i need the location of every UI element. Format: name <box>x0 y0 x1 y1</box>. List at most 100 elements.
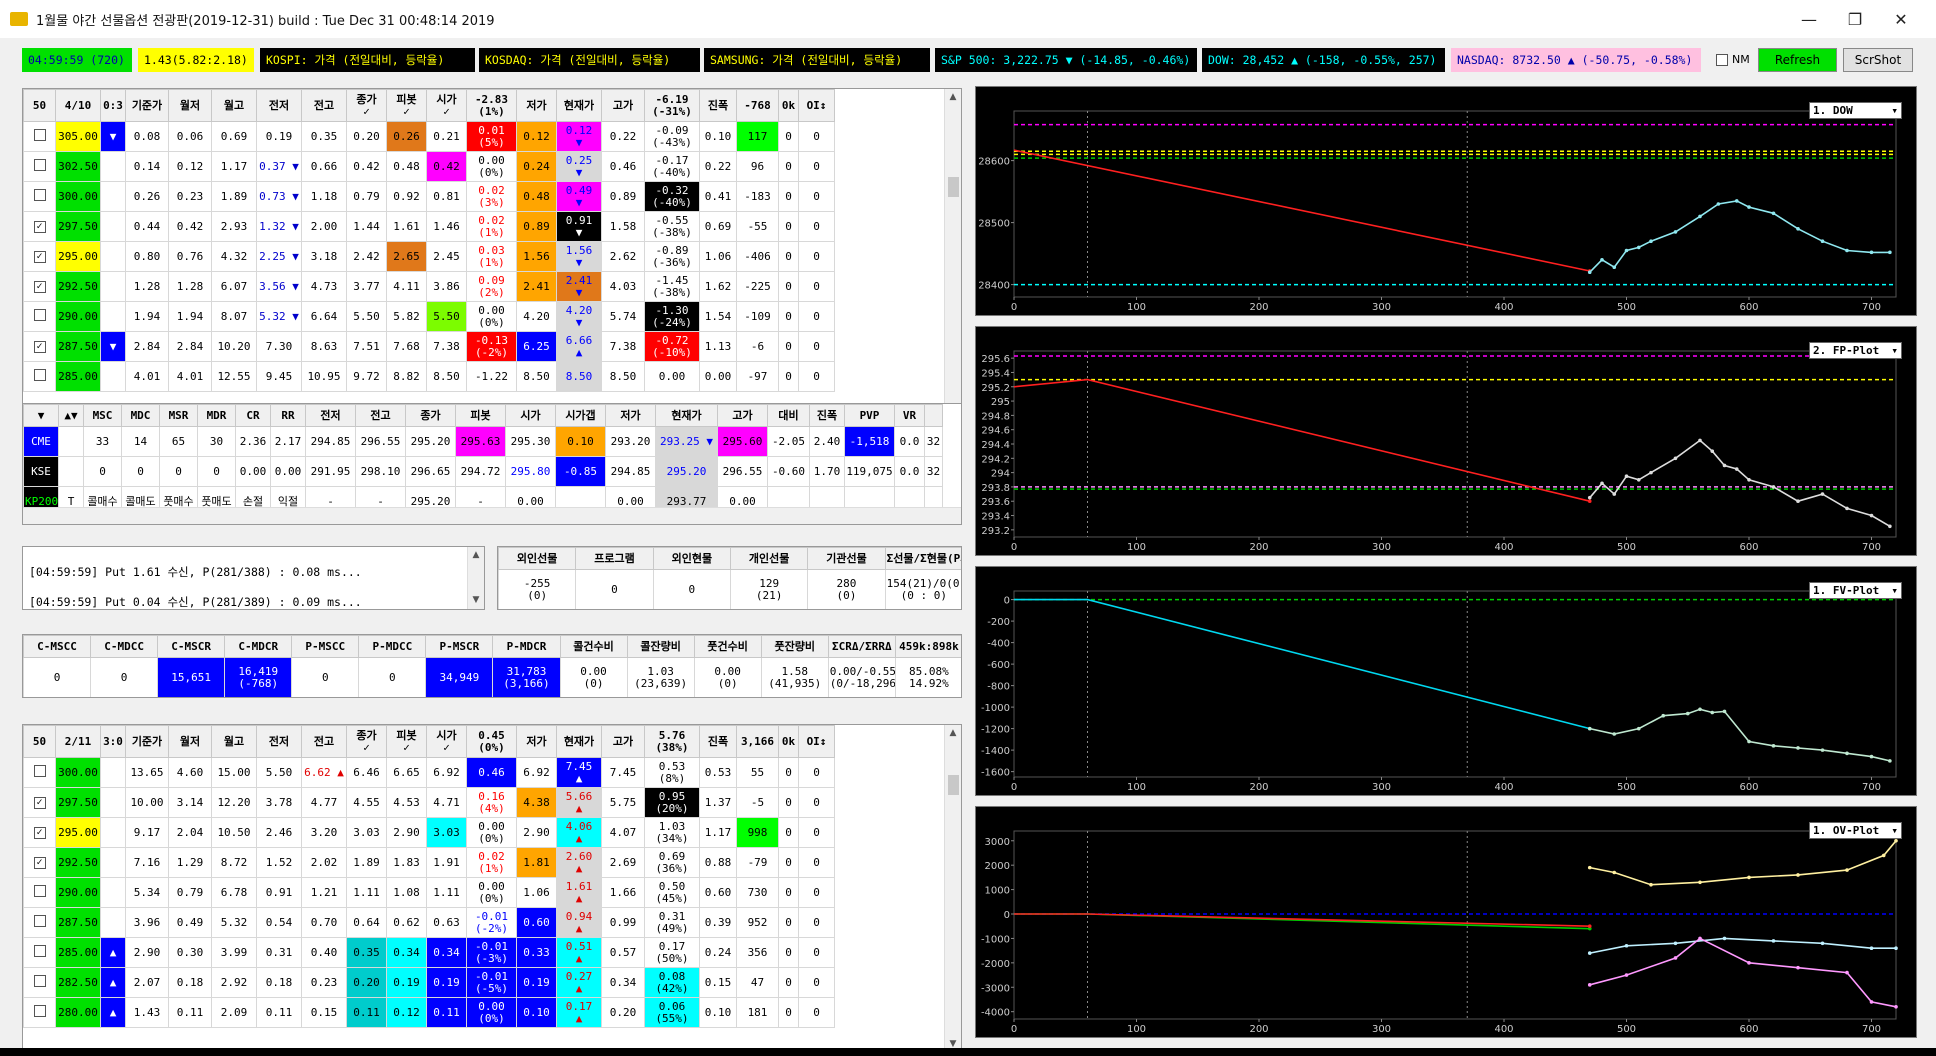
table-row[interactable]: CME 33 14 65 30 2.36 2.17 294.85 296.55 295.20 295… <box>23 426 943 457</box>
row-checkbox[interactable] <box>33 765 46 777</box>
fv-chart-selector[interactable]: 1. FV-Plot ▾ <box>1809 582 1902 599</box>
fp-chart-selector[interactable]: 2. FP-Plot ▾ <box>1809 342 1902 359</box>
maximize-button[interactable]: ❐ <box>1832 0 1878 38</box>
nm-checkbox[interactable]: NM <box>1716 53 1750 66</box>
table-cell: -1,518 <box>844 426 895 457</box>
row-checkbox[interactable] <box>33 975 46 987</box>
row-checkbox[interactable]: ✓ <box>33 827 46 839</box>
table-row[interactable]: 290.00 1.94 1.94 8.07 5.32 ▼ 6.64 5.50 5.82 5.50… <box>23 301 835 332</box>
table-row[interactable]: KSE 0 0 0 0 0.00 0.00 291.95 298.10 296.65 294.72 2… <box>23 456 943 487</box>
column-header: 현재가 <box>556 725 602 758</box>
row-checkbox-cell[interactable]: ✓ <box>23 271 56 302</box>
table-cell: 0.37 ▼ <box>256 151 302 182</box>
minimize-button[interactable]: — <box>1786 0 1832 38</box>
row-checkbox[interactable] <box>33 885 46 897</box>
table-cell: -183 <box>736 181 779 212</box>
row-checkbox[interactable] <box>33 309 46 321</box>
row-checkbox-cell[interactable] <box>23 997 56 1028</box>
table-cell: 4.77 <box>301 787 347 818</box>
table-row[interactable]: ✓ 287.50 ▼ 2.84 2.84 10.20 7.30 8.63 7.51 7.68 7.3… <box>23 331 835 362</box>
table-row[interactable]: 305.00 ▼ 0.08 0.06 0.69 0.19 0.35 0.20 0.26 0.21 0… <box>23 121 835 152</box>
row-checkbox-cell[interactable]: ✓ <box>23 331 56 362</box>
table-row[interactable]: 290.00 5.34 0.79 6.78 0.91 1.21 1.11 1.08 1.11 0.… <box>23 877 835 908</box>
call-table-scrollbar[interactable]: ▲ ▼ <box>944 89 961 427</box>
row-checkbox[interactable]: ✓ <box>33 341 46 353</box>
table-cell: 0 <box>798 361 835 392</box>
row-checkbox-cell[interactable] <box>23 907 56 938</box>
close-button[interactable]: ✕ <box>1878 0 1924 38</box>
table-row[interactable]: 285.00 ▲ 2.90 0.30 3.99 0.31 0.40 0.35 0.34 0.34-… <box>23 937 835 968</box>
table-row[interactable]: 302.50 0.14 0.12 1.17 0.37 ▼ 0.66 0.42 0.48 0.42… <box>23 151 835 182</box>
screenshot-button[interactable]: ScrShot <box>1843 48 1913 72</box>
table-cell: -109 <box>736 301 779 332</box>
row-checkbox-cell[interactable] <box>23 181 56 212</box>
row-checkbox[interactable]: ✓ <box>33 221 46 233</box>
nm-check-box[interactable] <box>1716 53 1728 66</box>
row-checkbox-cell[interactable] <box>23 757 56 788</box>
row-checkbox-cell[interactable]: ✓ <box>23 787 56 818</box>
row-checkbox[interactable] <box>33 915 46 927</box>
series-point <box>1771 485 1776 489</box>
table-row[interactable]: 285.00 4.01 4.01 12.55 9.45 10.95 9.72 8.82 8.50… <box>23 361 835 392</box>
table-cell: 0.40 <box>301 937 347 968</box>
row-checkbox-cell[interactable]: ✓ <box>23 847 56 878</box>
table-cell: 0.27 ▲ <box>556 967 602 998</box>
row-checkbox-cell[interactable]: ✓ <box>23 817 56 848</box>
table-row[interactable]: ✓ 297.50 0.44 0.42 2.93 1.32 ▼ 2.00 1.44 1.61 1.4… <box>23 211 835 242</box>
y-tick-label: -4000 <box>981 1008 1010 1019</box>
put-table-scrollbar[interactable]: ▲ ▼ <box>944 725 961 1053</box>
table-cell: 0.02 (1%) <box>466 847 517 878</box>
row-checkbox-cell[interactable] <box>23 361 56 392</box>
table-row[interactable]: 280.00 ▲ 1.43 0.11 2.09 0.11 0.15 0.11 0.12 0.11 0… <box>23 997 835 1028</box>
table-cell: 2.41 ▼ <box>556 271 602 302</box>
table-row[interactable]: 300.00 13.65 4.60 15.00 5.50 6.62 ▲ 6.46 6.65 6.… <box>23 757 835 788</box>
plot-area <box>1013 110 1897 298</box>
row-checkbox[interactable]: ✓ <box>33 281 46 293</box>
row-checkbox[interactable]: ✓ <box>33 251 46 263</box>
table-cell: 0.23 <box>168 181 212 212</box>
row-checkbox-cell[interactable] <box>23 877 56 908</box>
ov-chart-selector[interactable]: 1. OV-Plot ▾ <box>1809 822 1902 839</box>
table-cell: 0.03 (1%) <box>466 241 517 272</box>
table-row[interactable]: 287.50 3.96 0.49 5.32 0.54 0.70 0.64 0.62 0.63 -0… <box>23 907 835 938</box>
row-checkbox-cell[interactable]: ✓ <box>23 211 56 242</box>
row-checkbox-cell[interactable] <box>23 151 56 182</box>
refresh-button[interactable]: Refresh <box>1758 48 1837 72</box>
row-checkbox[interactable] <box>33 1005 46 1017</box>
log-scrollbar[interactable]: ▲ ▼ <box>467 547 484 609</box>
column-header: MDR <box>197 404 236 427</box>
series-point <box>1796 873 1800 877</box>
row-checkbox[interactable] <box>33 369 46 381</box>
title-bar[interactable]: 1월물 야간 선물옵션 전광판(2019-12-31) build : Tue … <box>0 0 1936 38</box>
table-cell: 4.73 <box>301 271 347 302</box>
table-cell: 5.50 <box>256 757 302 788</box>
table-cell: ▲ <box>100 997 126 1028</box>
table-row[interactable]: 282.50 ▲ 2.07 0.18 2.92 0.18 0.23 0.20 0.19 0.19-… <box>23 967 835 998</box>
row-checkbox-cell[interactable]: ✓ <box>23 241 56 272</box>
row-checkbox[interactable] <box>33 945 46 957</box>
table-row[interactable]: ✓ 292.50 1.28 1.28 6.07 3.56 ▼ 4.73 3.77 4.11 3.8… <box>23 271 835 302</box>
table-cell: 1.44 <box>346 211 387 242</box>
row-checkbox-cell[interactable] <box>23 121 56 152</box>
series-point <box>1771 939 1776 943</box>
series-point <box>1881 853 1886 858</box>
row-checkbox-cell[interactable] <box>23 301 56 332</box>
table-cell: 7.16 <box>125 847 169 878</box>
table-row[interactable]: 300.00 0.26 0.23 1.89 0.73 ▼ 1.18 0.79 0.92 0.81… <box>23 181 835 212</box>
row-checkbox[interactable]: ✓ <box>33 857 46 869</box>
dow-chart-selector[interactable]: 1. DOW ▾ <box>1809 102 1902 119</box>
row-checkbox-cell[interactable] <box>23 937 56 968</box>
table-row[interactable]: ✓ 295.00 9.17 2.04 10.50 2.46 3.20 3.03 2.90 3.03… <box>23 817 835 848</box>
table-cell: 356 <box>736 937 779 968</box>
table-row[interactable]: ✓ 295.00 0.80 0.76 4.32 2.25 ▼ 3.18 2.42 2.65 2.4… <box>23 241 835 272</box>
y-tick-label: 293.2 <box>981 526 1010 537</box>
row-checkbox[interactable] <box>33 129 46 141</box>
row-checkbox-cell[interactable] <box>23 967 56 998</box>
table-row[interactable]: ✓ 292.50 7.16 1.29 8.72 1.52 2.02 1.89 1.83 1.91 0… <box>23 847 835 878</box>
row-checkbox[interactable]: ✓ <box>33 797 46 809</box>
row-checkbox[interactable] <box>33 189 46 201</box>
table-cell: 2.93 <box>211 211 257 242</box>
table-row[interactable]: ✓ 297.50 10.00 3.14 12.20 3.78 4.77 4.55 4.53 4.7… <box>23 787 835 818</box>
futures-hscrollbar[interactable] <box>23 507 961 524</box>
row-checkbox[interactable] <box>33 159 46 171</box>
